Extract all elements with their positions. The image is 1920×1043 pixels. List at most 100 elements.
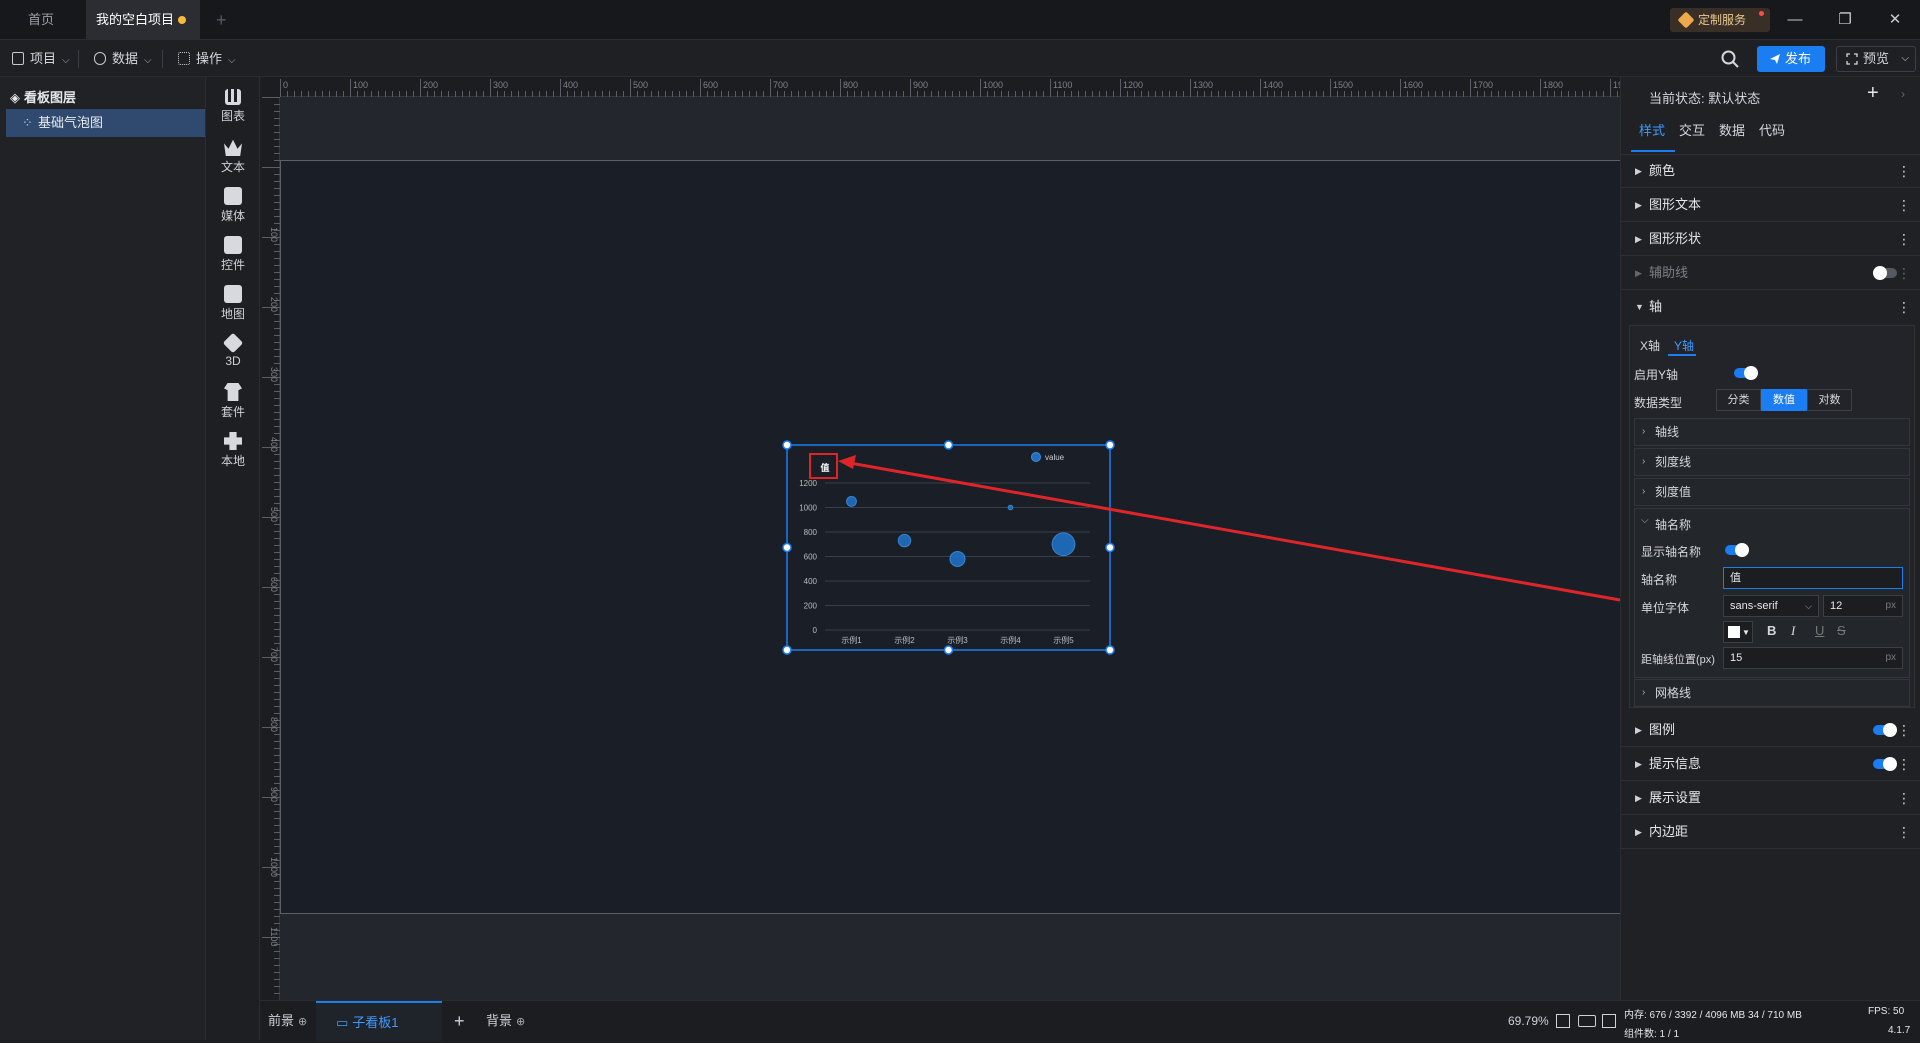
section-legend[interactable]: ▶ 图例 ⋮ — [1621, 713, 1920, 747]
zoom-level[interactable]: 69.79% — [1508, 1001, 1549, 1041]
x-axis-tab[interactable]: X轴 — [1640, 337, 1660, 354]
sub-tick-line[interactable]: › 刻度线 — [1634, 448, 1910, 476]
strikethrough-button[interactable]: S — [1837, 623, 1846, 638]
more-icon[interactable]: ⋮ — [1897, 713, 1911, 747]
component-kit[interactable]: 套件 — [206, 379, 260, 431]
front-tab[interactable]: 前景 ⊕ — [268, 1001, 307, 1041]
distance-input[interactable]: 15 px — [1723, 647, 1903, 669]
section-shape-text[interactable]: ▶ 图形文本 ⋮ — [1621, 188, 1920, 222]
ruler-label: 1600 — [1403, 80, 1423, 90]
chevron-down-icon[interactable]: ⌵ — [1641, 515, 1649, 526]
more-icon[interactable]: ⋮ — [1897, 154, 1911, 188]
y-axis-tab[interactable]: Y轴 — [1674, 337, 1694, 354]
sub-axis-line[interactable]: › 轴线 — [1634, 418, 1910, 446]
tab-project[interactable]: 我的空白项目 — [86, 0, 200, 40]
more-icon[interactable]: ⋮ — [1897, 747, 1911, 781]
minimize-button[interactable]: — — [1772, 0, 1818, 40]
component-text[interactable]: 文本 — [206, 134, 260, 186]
more-icon[interactable]: ⋮ — [1897, 188, 1911, 222]
toolbar: 项目 ⌵ 数据 ⌵ 操作 ⌵ 发布 预览 ⌵ — [0, 40, 1920, 77]
more-icon[interactable]: ⋮ — [1897, 256, 1911, 290]
font-color-picker[interactable]: ▼ — [1723, 621, 1753, 643]
component-chart[interactable]: 图表 — [206, 85, 260, 137]
chevron-right-icon: › — [1642, 456, 1646, 467]
ruler-label: 1100 — [269, 927, 279, 946]
fps-status: FPS: 50 — [1868, 1006, 1905, 1017]
close-button[interactable]: ✕ — [1872, 0, 1918, 40]
tab-code[interactable]: 代码 — [1759, 120, 1785, 139]
component-media[interactable]: 媒体 — [206, 183, 260, 235]
section-display-label: 展示设置 — [1649, 790, 1702, 805]
component-3d[interactable]: 3D — [206, 330, 260, 382]
chevron-down-icon: ⌵ — [228, 55, 236, 66]
restore-button[interactable]: ❐ — [1822, 0, 1868, 40]
operate-menu[interactable]: 操作 ⌵ — [166, 40, 246, 77]
component-map[interactable]: 地图 — [206, 281, 260, 333]
back-tab[interactable]: 背景 ⊕ — [486, 1001, 525, 1041]
layers-panel: ◈ 看板图层 ⁘ 基础气泡图 — [0, 77, 206, 1040]
italic-button[interactable]: I — [1791, 623, 1795, 639]
keyboard-icon[interactable] — [1578, 1015, 1596, 1027]
data-menu[interactable]: 数据 ⌵ — [82, 40, 162, 77]
preview-button[interactable]: 预览 ⌵ — [1836, 46, 1916, 72]
data-type-value[interactable]: 数值 — [1761, 389, 1807, 411]
sub-axis-name-label[interactable]: 轴名称 — [1655, 516, 1691, 533]
more-icon[interactable]: ⋮ — [1897, 290, 1911, 324]
more-icon[interactable]: ⋮ — [1897, 781, 1911, 815]
data-type-log[interactable]: 对数 — [1807, 389, 1852, 411]
section-color-label: 颜色 — [1649, 163, 1676, 178]
fit-screen-icon[interactable] — [1556, 1014, 1570, 1028]
caret-right-icon: ▶ — [1635, 725, 1642, 735]
layer-item-label: 基础气泡图 — [38, 115, 104, 130]
add-state-icon[interactable]: + — [1867, 82, 1879, 105]
bubble-chart[interactable]: 0 200 400 600 800 1000 1200值示例1 示例2 示例3 示例4 示例5 val… — [780, 440, 1120, 660]
section-helper-line[interactable]: ▶ 辅助线 ⋮ — [1621, 256, 1920, 290]
more-icon[interactable]: ⋮ — [1897, 815, 1911, 849]
sub-grid-line[interactable]: › 网格线 — [1634, 679, 1910, 707]
search-icon[interactable] — [1720, 49, 1740, 69]
section-padding[interactable]: ▶ 内边距 ⋮ — [1621, 815, 1920, 849]
component-control[interactable]: 控件 — [206, 232, 260, 284]
add-tab-button[interactable]: + — [206, 0, 237, 40]
section-display[interactable]: ▶ 展示设置 ⋮ — [1621, 781, 1920, 815]
publish-label: 发布 — [1784, 51, 1811, 66]
layer-item[interactable]: ⁘ 基础气泡图 — [6, 109, 205, 137]
layers-title: ◈ 看板图层 — [10, 87, 76, 106]
show-axis-name-toggle[interactable] — [1725, 543, 1749, 557]
sub-tick-value[interactable]: › 刻度值 — [1634, 478, 1910, 506]
font-size-input[interactable]: 12 px — [1823, 595, 1903, 617]
font-family-select[interactable]: sans-serif ⌵ — [1723, 595, 1819, 617]
underline-button[interactable]: U — [1815, 623, 1824, 638]
project-menu[interactable]: 项目 ⌵ — [0, 40, 76, 77]
section-shape-form[interactable]: ▶ 图形形状 ⋮ — [1621, 222, 1920, 256]
legend-toggle[interactable] — [1873, 723, 1897, 737]
tab-interaction[interactable]: 交互 — [1679, 120, 1705, 139]
axis-name-input[interactable]: 值 — [1723, 567, 1903, 589]
tab-data[interactable]: 数据 — [1719, 120, 1745, 139]
data-type-category[interactable]: 分类 — [1716, 389, 1761, 411]
component-local[interactable]: 本地 — [206, 428, 260, 480]
resize-handle — [782, 645, 792, 655]
bubble-point — [949, 550, 966, 567]
board-tab[interactable]: ▭ 子看板1 — [316, 1001, 442, 1041]
chevron-right-icon: › — [1642, 486, 1646, 497]
x-tick-label: 示例5 — [1053, 635, 1074, 645]
publish-button[interactable]: 发布 — [1757, 46, 1825, 72]
tooltip-toggle[interactable] — [1873, 757, 1897, 771]
section-color[interactable]: ▶ 颜色 ⋮ — [1621, 154, 1920, 188]
bold-button[interactable]: B — [1767, 623, 1776, 638]
caret-right-icon: ▶ — [1635, 166, 1642, 176]
add-board-button[interactable]: + — [454, 1001, 465, 1041]
helper-line-toggle[interactable] — [1873, 266, 1897, 280]
section-axis[interactable]: ▼ 轴 ⋮ — [1621, 290, 1920, 324]
chevron-right-icon[interactable]: › — [1901, 87, 1905, 101]
tab-home[interactable]: 首页 — [18, 0, 84, 40]
notification-dot-icon — [1759, 11, 1764, 16]
more-icon[interactable]: ⋮ — [1897, 222, 1911, 256]
component-label: 套件 — [220, 405, 245, 419]
custom-service-button[interactable]: 定制服务 — [1670, 8, 1770, 32]
section-tooltip[interactable]: ▶ 提示信息 ⋮ — [1621, 747, 1920, 781]
terminal-icon[interactable] — [1602, 1014, 1616, 1028]
tab-style[interactable]: 样式 — [1639, 120, 1665, 139]
enable-y-toggle[interactable] — [1734, 366, 1758, 380]
